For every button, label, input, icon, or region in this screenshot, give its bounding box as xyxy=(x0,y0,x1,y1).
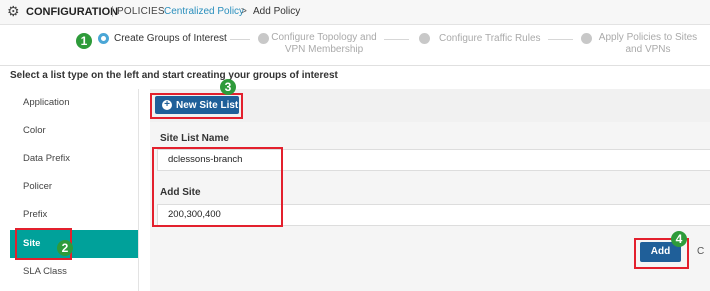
step-4-indicator-icon xyxy=(581,33,592,44)
list-type-data-prefix[interactable]: Data Prefix xyxy=(10,145,138,173)
site-list-name-label: Site List Name xyxy=(160,133,229,144)
annotation-badge-4: 4 xyxy=(671,231,687,247)
annotation-badge-1: 1 xyxy=(76,33,92,49)
list-type-color[interactable]: Color xyxy=(10,117,138,145)
step-4-label[interactable]: Apply Policies to Sites and VPNs xyxy=(592,32,704,56)
annotation-box-form-fields xyxy=(152,147,283,227)
list-type-prefix[interactable]: Prefix xyxy=(10,201,138,229)
section-name: POLICIES xyxy=(117,6,165,17)
page-title: CONFIGURATION xyxy=(26,6,119,18)
list-type-application[interactable]: Application xyxy=(10,89,138,117)
step-1-label[interactable]: Create Groups of Interest xyxy=(114,33,227,45)
step-1-indicator-icon xyxy=(98,33,109,44)
list-type-policer[interactable]: Policer xyxy=(10,173,138,201)
annotation-badge-2: 2 xyxy=(57,240,73,256)
breadcrumb-arrow: > xyxy=(241,6,247,17)
cancel-button-partial[interactable]: C xyxy=(697,246,704,257)
instruction-text: Select a list type on the left and start… xyxy=(10,70,338,81)
step-connector xyxy=(230,39,250,40)
step-2-label[interactable]: Configure Topology and VPN Membership xyxy=(268,32,380,56)
annotation-box-new-site-list xyxy=(150,93,243,119)
step-3-label[interactable]: Configure Traffic Rules xyxy=(439,33,541,45)
annotation-badge-3: 3 xyxy=(220,79,236,95)
gear-icon: ⚙ xyxy=(7,3,20,19)
list-type-sidebar: Application Color Data Prefix Policer Pr… xyxy=(10,89,139,291)
step-3-indicator-icon xyxy=(419,33,430,44)
breadcrumb-current: Add Policy xyxy=(253,6,301,17)
step-connector xyxy=(384,39,409,40)
list-type-sla-class[interactable]: SLA Class xyxy=(10,258,138,286)
breadcrumb-link[interactable]: Centralized Policy xyxy=(164,6,244,17)
step-connector xyxy=(548,39,573,40)
title-separator: | xyxy=(111,5,114,17)
